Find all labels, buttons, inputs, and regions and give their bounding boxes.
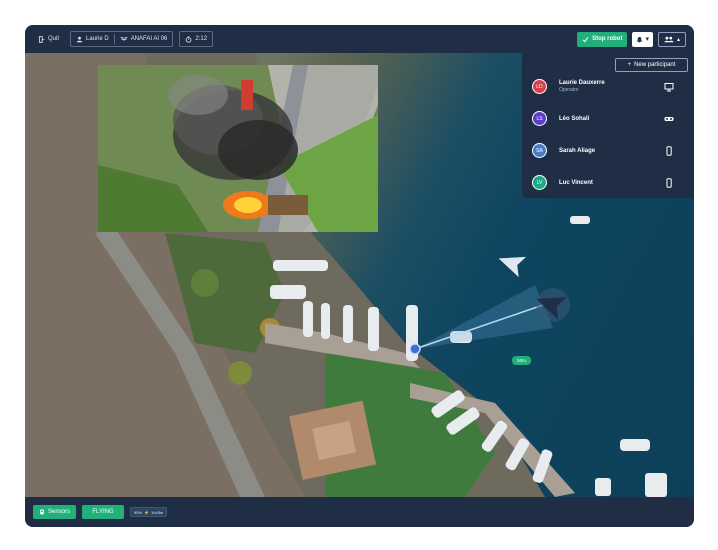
check-icon [582, 36, 589, 42]
new-participant-label: New participant [634, 62, 676, 68]
avatar: LD [532, 79, 547, 94]
participant-role: Operator [559, 87, 579, 93]
camera-feed-image [98, 65, 378, 232]
phone-icon [666, 178, 672, 188]
avatar: LS [532, 111, 547, 126]
drone-name: ANAFAI AI 06 [130, 36, 168, 42]
avatar: SA [532, 143, 547, 158]
people-icon [664, 36, 674, 42]
lightning-icon: ⚡ [144, 509, 150, 515]
quit-button[interactable]: Quit [33, 31, 64, 47]
divider [113, 34, 115, 44]
battery-percent: 95% [134, 509, 143, 515]
stopwatch-icon [186, 35, 192, 43]
battery-time: 1h43m [151, 509, 164, 515]
operator-name: Laurie D [86, 36, 109, 42]
sensors-label: Sensors [48, 509, 71, 515]
flight-status-label: FLYING [92, 509, 114, 515]
quit-icon [38, 35, 45, 43]
participant-row[interactable]: LS Léo Sohali [522, 107, 694, 131]
top-bar-right: Stop robot ▾ ▴ [577, 31, 686, 47]
app-window: Quit Laurie D ANAFAI AI 06 2:12 Stop rob… [25, 25, 694, 527]
sensors-button[interactable]: Sensors [33, 505, 77, 519]
bell-icon [637, 36, 643, 42]
participant-name: Luc Vincent [559, 180, 593, 186]
participant-row[interactable]: LV Luc Vincent [522, 171, 694, 195]
notifications-button[interactable]: ▾ [632, 31, 653, 47]
sensor-icon [40, 509, 44, 515]
new-participant-button[interactable]: + New participant [615, 58, 688, 72]
user-icon [76, 36, 83, 42]
drone-camera-feed[interactable] [98, 65, 378, 232]
vr-headset-icon [664, 117, 674, 121]
participants-panel: + New participant LD Laurie Dauxerre Ope… [522, 53, 694, 198]
participant-name: Sarah Aliage [559, 148, 596, 154]
battery-indicator: 95% ⚡ 1h43m [130, 507, 168, 517]
distance-badge: 50m [512, 356, 531, 365]
participant-name: Léo Sohali [559, 116, 590, 122]
flight-status: FLYING [82, 505, 125, 519]
timer-value: 2:12 [195, 36, 208, 42]
flight-timer: 2:12 [179, 31, 214, 47]
stop-robot-label: Stop robot [592, 36, 623, 42]
chevron-up-icon: ▴ [676, 36, 680, 43]
drone-icon [120, 36, 128, 41]
stop-robot-button[interactable]: Stop robot [577, 31, 628, 47]
chevron-down-icon: ▾ [645, 36, 649, 43]
avatar: LV [532, 175, 547, 190]
participant-name: Laurie Dauxerre [559, 80, 605, 86]
desktop-icon [664, 83, 674, 92]
session-info[interactable]: Laurie D ANAFAI AI 06 [70, 31, 174, 47]
top-bar: Quit Laurie D ANAFAI AI 06 2:12 Stop rob… [25, 25, 694, 53]
map-view[interactable]: + New participant LD Laurie Dauxerre Ope… [25, 53, 694, 497]
quit-label: Quit [48, 36, 60, 42]
participant-row[interactable]: LD Laurie Dauxerre Operator [522, 75, 694, 99]
participant-row[interactable]: SA Sarah Aliage [522, 139, 694, 163]
phone-icon [666, 146, 672, 156]
participants-toggle[interactable]: ▴ [657, 31, 686, 47]
bottom-bar: Sensors FLYING 95% ⚡ 1h43m [25, 497, 694, 527]
plus-icon: + [627, 62, 632, 68]
